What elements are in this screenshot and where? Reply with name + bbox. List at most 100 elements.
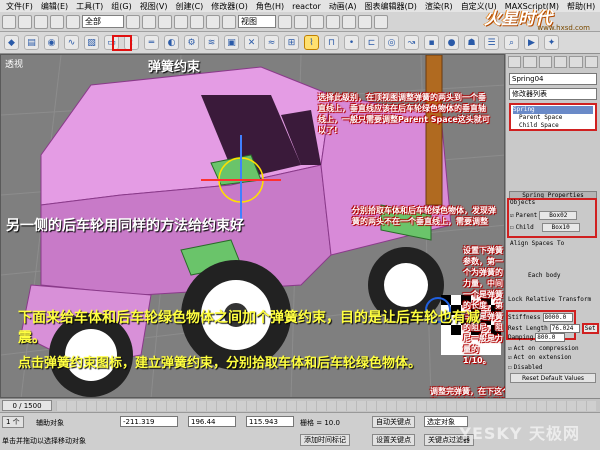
water-icon[interactable]: ≈ bbox=[264, 35, 279, 50]
y-coordinate[interactable]: 196.44 bbox=[188, 416, 236, 427]
stiffness-field[interactable]: 8000.0 bbox=[542, 313, 573, 322]
time-slider[interactable]: 0 / 1500 bbox=[2, 400, 52, 411]
spring-constraint-icon[interactable]: ⌇ bbox=[304, 35, 319, 50]
pivot-button[interactable] bbox=[278, 14, 292, 29]
mirror-button[interactable] bbox=[358, 14, 372, 29]
tab-create[interactable] bbox=[508, 56, 522, 68]
fracture-icon[interactable]: ✕ bbox=[244, 35, 259, 50]
disabled-checkbox[interactable]: ☐ bbox=[508, 364, 512, 371]
menu-views[interactable]: 视图(V) bbox=[136, 1, 172, 12]
child-pick-button[interactable]: Box10 bbox=[541, 223, 580, 232]
stack-item-child-space[interactable]: Child Space bbox=[513, 122, 593, 130]
add-time-tag-button[interactable]: 添加时间标记 bbox=[300, 434, 350, 446]
property-editor-icon[interactable]: ☰ bbox=[484, 35, 499, 50]
menu-animation[interactable]: 动画(A) bbox=[325, 1, 361, 12]
disabled-row[interactable]: ☐ Disabled bbox=[508, 364, 543, 371]
percent-snap-button[interactable] bbox=[342, 14, 356, 29]
scale-button[interactable] bbox=[222, 14, 236, 29]
wind-icon[interactable]: ≋ bbox=[204, 35, 219, 50]
linear-dashpot-icon[interactable]: ═ bbox=[144, 35, 159, 50]
deforming-mesh-icon[interactable]: ▧ bbox=[84, 35, 99, 50]
link-button[interactable] bbox=[34, 14, 48, 29]
point-to-path-icon[interactable]: ↝ bbox=[404, 35, 419, 50]
rotate-button[interactable] bbox=[206, 14, 220, 29]
lock-relative-transform-option[interactable]: Lock Relative Transform bbox=[508, 296, 591, 303]
soft-body-collection-icon[interactable]: ◉ bbox=[44, 35, 59, 50]
move-button[interactable] bbox=[190, 14, 204, 29]
x-coordinate[interactable]: -211.319 bbox=[120, 416, 178, 427]
watermark: YESKY 天极网 bbox=[459, 424, 580, 443]
tab-motion[interactable] bbox=[553, 56, 568, 68]
ragdoll-icon[interactable]: ☗ bbox=[464, 35, 479, 50]
snap-button[interactable] bbox=[310, 14, 324, 29]
stack-item-parent-space[interactable]: Parent Space bbox=[513, 114, 593, 122]
rope-collection-icon[interactable]: ∿ bbox=[64, 35, 79, 50]
menu-group[interactable]: 组(G) bbox=[107, 1, 135, 12]
time-track[interactable] bbox=[56, 400, 596, 411]
rigid-body-collection-icon[interactable]: ◆ bbox=[4, 35, 19, 50]
act-compression-row[interactable]: ☑ Act on compression bbox=[508, 345, 579, 352]
menu-rendering[interactable]: 渲染(R) bbox=[421, 1, 457, 12]
selection-filter-dropdown[interactable]: 全部 bbox=[82, 15, 124, 28]
ball-socket-icon[interactable]: ● bbox=[444, 35, 459, 50]
menu-character[interactable]: 角色(H) bbox=[252, 1, 288, 12]
set-key-button[interactable]: 设置关键点 bbox=[372, 434, 415, 446]
menu-edit[interactable]: 编辑(E) bbox=[37, 1, 72, 12]
undo-button[interactable] bbox=[2, 14, 16, 29]
select-object-button[interactable] bbox=[126, 14, 140, 29]
modifier-list-dropdown[interactable]: 修改器列表 bbox=[509, 88, 597, 100]
object-name-field[interactable]: Spring04 bbox=[509, 73, 597, 85]
preview-animation-icon[interactable]: ▶ bbox=[524, 35, 539, 50]
annotation-instruction-2: 点击弹簧约束图标，建立弹簧约束，分别拾取车体和后车轮绿色物体。 bbox=[18, 356, 422, 371]
select-region-button[interactable] bbox=[158, 14, 172, 29]
menu-modifiers[interactable]: 修改器(O) bbox=[207, 1, 252, 12]
tab-modify[interactable] bbox=[523, 56, 537, 68]
angular-dashpot-icon[interactable]: ◐ bbox=[164, 35, 179, 50]
objects-label: Objects bbox=[510, 199, 536, 206]
child-row: ☐ Child Box10 bbox=[510, 223, 580, 232]
stack-item-spring[interactable]: Spring bbox=[513, 106, 593, 114]
create-animation-icon[interactable]: ✦ bbox=[544, 35, 559, 50]
child-checkbox[interactable]: ☐ bbox=[510, 224, 514, 231]
hinge-constraint-icon[interactable]: ⊓ bbox=[324, 35, 339, 50]
align-button[interactable] bbox=[374, 14, 388, 29]
cloth-collection-icon[interactable]: ▤ bbox=[24, 35, 39, 50]
unlink-button[interactable] bbox=[50, 14, 64, 29]
menu-create[interactable]: 创建(C) bbox=[171, 1, 207, 12]
menu-file[interactable]: 文件(F) bbox=[2, 1, 37, 12]
tab-utilities[interactable] bbox=[584, 56, 598, 68]
spring-icon-highlight bbox=[112, 35, 132, 51]
angle-snap-button[interactable] bbox=[326, 14, 340, 29]
parent-checkbox[interactable]: ☑ bbox=[510, 212, 514, 219]
menu-tools[interactable]: 工具(T) bbox=[72, 1, 107, 12]
redo-button[interactable] bbox=[18, 14, 32, 29]
bind-space-warp-button[interactable] bbox=[66, 14, 80, 29]
prismatic-icon[interactable]: ⊏ bbox=[364, 35, 379, 50]
reference-coord-dropdown[interactable]: 视图 bbox=[238, 15, 276, 28]
menu-reactor[interactable]: reactor bbox=[288, 2, 325, 11]
each-body-option[interactable]: Each body bbox=[528, 272, 561, 279]
damping-field[interactable]: 800.0 bbox=[535, 333, 566, 342]
rest-length-field[interactable]: 76.024 bbox=[549, 324, 580, 333]
car-wheel-icon[interactable]: ◎ bbox=[384, 35, 399, 50]
set-button[interactable]: Set bbox=[581, 323, 599, 334]
manipulate-button[interactable] bbox=[294, 14, 308, 29]
act-extension-checkbox[interactable]: ☑ bbox=[508, 354, 512, 361]
tab-hierarchy[interactable] bbox=[538, 56, 552, 68]
fixed-constraint-icon[interactable]: ▪ bbox=[424, 35, 439, 50]
z-coordinate[interactable]: 115.943 bbox=[246, 416, 294, 427]
parent-pick-button[interactable]: Box02 bbox=[539, 211, 578, 220]
analyze-world-icon[interactable]: ⌕ bbox=[504, 35, 519, 50]
act-extension-row[interactable]: ☑ Act on extension bbox=[508, 354, 571, 361]
tab-display[interactable] bbox=[569, 56, 583, 68]
motor-icon[interactable]: ⚙ bbox=[184, 35, 199, 50]
select-by-name-button[interactable] bbox=[142, 14, 156, 29]
auto-key-button[interactable]: 自动关键点 bbox=[372, 416, 415, 428]
point-to-point-icon[interactable]: • bbox=[344, 35, 359, 50]
window-crossing-button[interactable] bbox=[174, 14, 188, 29]
menu-graph-editors[interactable]: 图表编辑器(D) bbox=[360, 1, 420, 12]
constraint-solver-icon[interactable]: ⊞ bbox=[284, 35, 299, 50]
reset-defaults-button[interactable]: Reset Default Values bbox=[510, 373, 596, 383]
act-compression-checkbox[interactable]: ☑ bbox=[508, 345, 512, 352]
toy-car-icon[interactable]: ▣ bbox=[224, 35, 239, 50]
